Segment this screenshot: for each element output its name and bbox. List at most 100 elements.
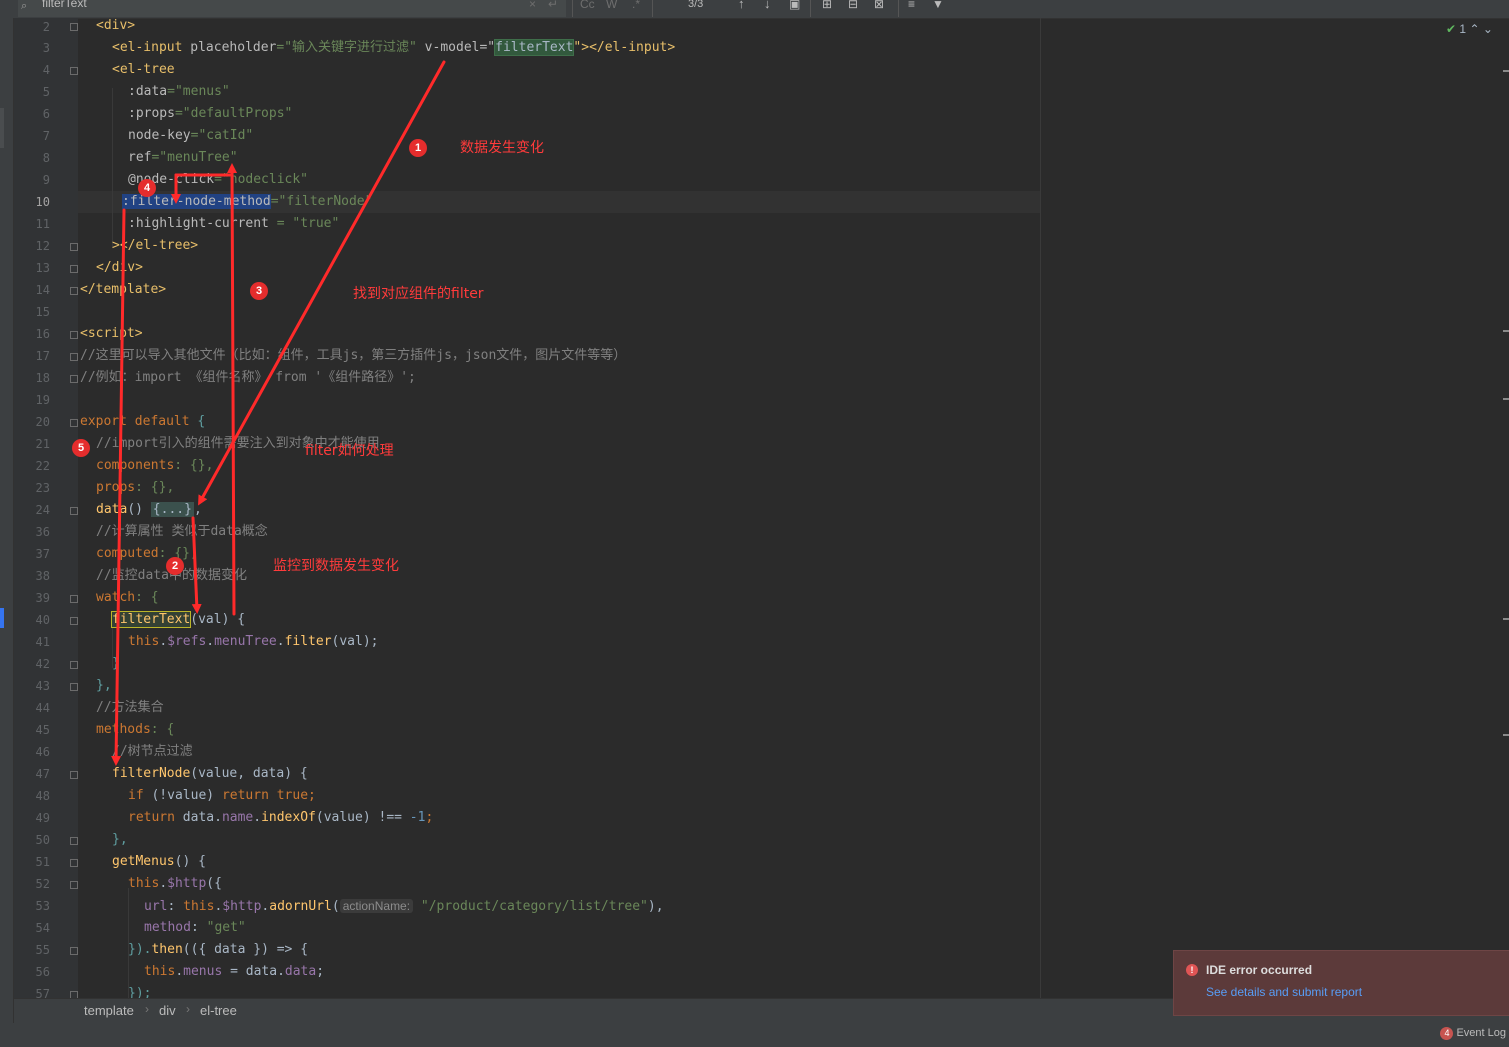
chevron-down-icon[interactable]: ⌄ [1483,22,1493,36]
code-editor[interactable]: <div> <el-input placeholder="输入关键字进行过滤" … [78,18,1509,998]
error-icon: ! [1186,964,1198,976]
chevron-right-icon: › [186,1002,190,1016]
line-number: 9 [42,173,50,187]
select-all-icon[interactable]: ⊠ [874,0,884,11]
line-number: 53 [35,899,50,913]
fold-marker-icon[interactable] [70,287,78,295]
fold-marker-icon[interactable] [70,859,78,867]
line-number: 37 [35,547,50,561]
event-log-button[interactable]: 4 Event Log [1440,1027,1506,1040]
submit-report-link[interactable]: See details and submit report [1206,985,1362,999]
funnel-icon[interactable]: ▼ [932,0,944,11]
fold-marker-icon[interactable] [70,683,78,691]
fold-marker-icon[interactable] [70,617,78,625]
line-number: 23 [35,481,50,495]
breadcrumb-item[interactable]: el-tree [200,1003,237,1018]
inspection-count: 1 [1459,22,1467,36]
fold-marker-icon[interactable] [70,23,78,31]
code-line: :props="defaultProps" [128,106,293,121]
code-line: if (!value) return true; [128,788,316,803]
fold-marker-icon[interactable] [70,837,78,845]
line-number: 51 [35,855,50,869]
fold-marker-icon[interactable] [70,331,78,339]
fold-marker-icon[interactable] [70,595,78,603]
chevron-right-icon: › [145,1002,149,1016]
code-line: filterText(val) { [110,611,246,628]
code-line: this.menus = data.data; [144,964,325,979]
find-input[interactable]: ⌕ filterText × ↵ [18,0,566,17]
line-number: 55 [35,943,50,957]
line-number: 44 [35,701,50,715]
remove-selection-icon[interactable]: ⊟ [848,0,858,11]
breadcrumb-item[interactable]: template [84,1003,134,1018]
line-number: 46 [35,745,50,759]
folded-region: {...} [150,502,194,517]
fold-marker-icon[interactable] [70,661,78,669]
breadcrumb-item[interactable]: div [159,1003,176,1018]
fold-marker-icon[interactable] [70,243,78,251]
line-number: 2 [42,20,50,34]
annotation-text: 监控到数据发生变化 [273,558,399,574]
tool-window-marker [0,608,4,628]
fold-marker-icon[interactable] [70,771,78,779]
line-number: 54 [35,921,50,935]
code-line: methods: { [96,722,175,737]
clear-icon[interactable]: × [529,0,536,10]
inspection-widget[interactable]: ✔ 1 ⌃ ⌄ [1446,22,1493,36]
search-match: filterText [110,611,192,628]
fold-marker-icon[interactable] [70,419,78,427]
fold-marker-icon[interactable] [70,881,78,889]
code-line: node-key="catId" [128,128,254,143]
code-line: }, [112,832,128,847]
annotation-text: filter如何处理 [305,443,394,459]
code-line: return data.name.indexOf(value) !== -1; [128,810,434,825]
line-number: 16 [35,327,50,341]
code-line: <el-tree [112,62,175,77]
fold-marker-icon[interactable] [70,265,78,273]
add-selection-icon[interactable]: ⊞ [822,0,832,11]
code-line: getMenus() { [112,854,206,869]
line-number: 56 [35,965,50,979]
next-occurrence-icon[interactable]: ↓ [764,0,771,11]
chevron-up-icon[interactable]: ⌃ [1469,22,1479,36]
match-case-toggle[interactable]: Cc [580,0,595,11]
ide-error-notification: ! IDE error occurred See details and sub… [1173,950,1509,1016]
code-line: }); [128,986,152,998]
code-line: } [112,656,120,671]
line-number: 52 [35,877,50,891]
code-line: //例如：import 《组件名称》 from '《组件路径》'; [80,370,416,385]
line-number: 36 [35,525,50,539]
code-line: <script> [80,326,143,341]
select-all-occurrences-icon[interactable]: ▣ [789,0,800,11]
line-number: 10 [35,195,50,209]
fold-marker-icon[interactable] [70,947,78,955]
line-number: 8 [42,151,50,165]
code-line: //方法集合 [96,700,164,715]
code-line: //树节点过滤 [112,744,193,759]
annotation-step-badge: 3 [250,282,268,300]
line-number: 22 [35,459,50,473]
scroll-marker [1503,398,1509,400]
regex-toggle[interactable]: .* [632,0,640,11]
fold-marker-icon[interactable] [70,353,78,361]
fold-marker-icon[interactable] [70,375,78,383]
code-line: url: this.$http.adornUrl(actionName: "/p… [144,899,664,914]
code-line: :data="menus" [128,84,230,99]
fold-marker-icon[interactable] [70,67,78,75]
line-number: 39 [35,591,50,605]
line-number: 38 [35,569,50,583]
code-line: filterNode(value, data) { [112,766,308,781]
code-line: ref="menuTree" [128,150,238,165]
fold-marker-icon[interactable] [70,507,78,515]
newline-icon[interactable]: ↵ [548,0,558,10]
line-number: 14 [35,283,50,297]
previous-occurrence-icon[interactable]: ↑ [738,0,745,11]
code-line: </div> [96,260,143,275]
filter-options-icon[interactable]: ≡ [908,0,915,11]
toolbar-divider [652,0,653,17]
line-number: 42 [35,657,50,671]
line-number: 43 [35,679,50,693]
code-line: watch: { [96,590,159,605]
words-toggle[interactable]: W [606,0,617,11]
annotation-step-badge: 1 [409,139,427,157]
